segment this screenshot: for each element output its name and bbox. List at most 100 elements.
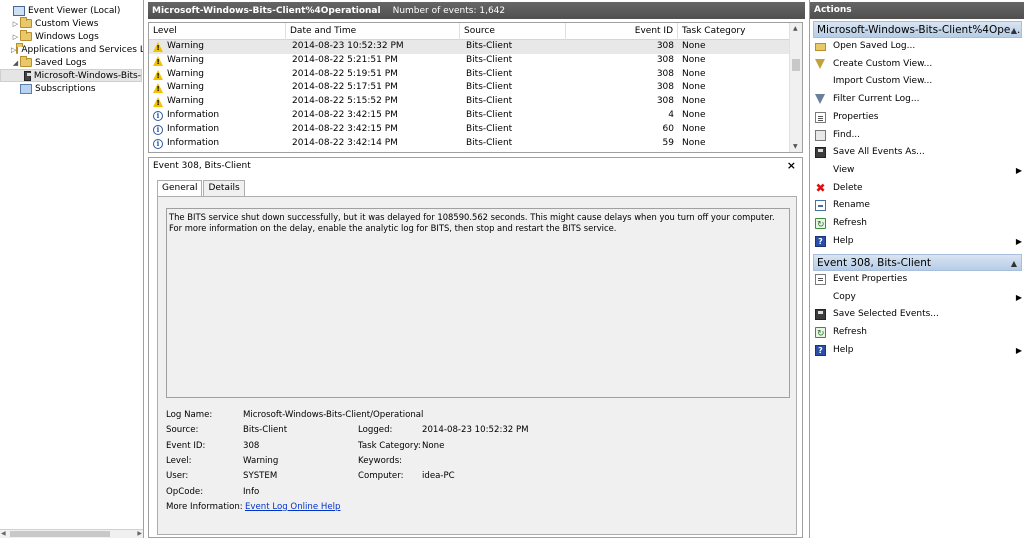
tree-item[interactable]: Subscriptions bbox=[0, 82, 142, 95]
close-icon[interactable]: × bbox=[787, 159, 796, 172]
save-icon bbox=[815, 147, 826, 159]
action-properties[interactable]: Properties bbox=[813, 109, 1022, 126]
warning-icon bbox=[153, 83, 163, 94]
action-label: Import Custom View... bbox=[833, 76, 933, 87]
column-header-date-time[interactable]: Date and Time bbox=[286, 23, 460, 40]
expand-arrow-icon[interactable]: ◢ bbox=[11, 59, 20, 67]
folder-icon bbox=[20, 30, 32, 41]
action-label: Open Saved Log... bbox=[833, 41, 916, 51]
cell-date-time: 2014-08-22 5:21:51 PM bbox=[292, 54, 398, 65]
column-header-task-category[interactable]: Task Category bbox=[678, 23, 790, 40]
table-row[interactable]: i Information 2014-08-22 3:42:15 PM Bits-Cl… bbox=[149, 109, 790, 123]
scroll-left-arrow-icon[interactable]: ◀ bbox=[1, 530, 6, 537]
tree-item[interactable]: Event Viewer (Local) bbox=[0, 4, 142, 17]
tree-item-label: Subscriptions bbox=[35, 83, 96, 94]
actions-section-log[interactable]: Microsoft-Windows-Bits-Client%4Ope... ▲ bbox=[813, 21, 1022, 38]
action-label: Save All Events As... bbox=[833, 147, 925, 158]
action-view[interactable]: View ▶ bbox=[813, 162, 1022, 179]
tree-item[interactable]: ▷ Custom Views bbox=[0, 17, 142, 30]
opcode-label: OpCode: bbox=[166, 486, 204, 497]
cell-task-category: None bbox=[682, 137, 706, 148]
event-list-header: Level Date and Time Source Event ID Task… bbox=[149, 23, 790, 40]
refresh-icon bbox=[815, 217, 826, 234]
event-list-vertical-scrollbar[interactable]: ▲ ▼ bbox=[789, 23, 802, 152]
tree-item-label: Saved Logs bbox=[35, 57, 87, 68]
action-rename[interactable]: Rename bbox=[813, 197, 1022, 214]
table-row[interactable]: Warning 2014-08-22 5:17:51 PM Bits-Client 3… bbox=[149, 81, 790, 95]
column-header-level[interactable]: Level bbox=[149, 23, 286, 40]
action-filter-current-log[interactable]: Filter Current Log... bbox=[813, 91, 1022, 108]
cell-source: Bits-Client bbox=[466, 137, 513, 148]
table-row[interactable]: Warning 2014-08-23 10:52:32 PM Bits-Client… bbox=[149, 40, 790, 54]
event-message[interactable]: The BITS service shut down successfully,… bbox=[166, 208, 790, 398]
collapse-caret-icon[interactable]: ▲ bbox=[1011, 255, 1017, 270]
tree-item[interactable]: ▷ Applications and Services Lo bbox=[0, 43, 144, 56]
tree-item[interactable]: Microsoft-Windows-Bits- bbox=[0, 69, 142, 82]
tree-horizontal-scrollbar[interactable]: ◀ ▶ bbox=[0, 529, 143, 538]
subs-icon bbox=[20, 83, 32, 94]
table-row[interactable]: i Information 2014-08-22 3:42:14 PM Bits-Cl… bbox=[149, 137, 790, 151]
cell-event-id: 60 bbox=[662, 123, 674, 134]
cell-date-time: 2014-08-22 5:19:51 PM bbox=[292, 68, 398, 79]
scroll-right-arrow-icon[interactable]: ▶ bbox=[137, 530, 142, 537]
cell-level: Information bbox=[167, 137, 220, 148]
scrollbar-thumb[interactable] bbox=[792, 59, 800, 71]
cell-date-time: 2014-08-23 10:52:32 PM bbox=[292, 41, 404, 51]
find-icon bbox=[815, 129, 826, 141]
action-help[interactable]: ? Help ▶ bbox=[813, 342, 1022, 359]
action-label: View bbox=[833, 164, 855, 175]
table-row[interactable]: Warning 2014-08-22 5:15:52 PM Bits-Client 3… bbox=[149, 95, 790, 109]
actions-section-event[interactable]: Event 308, Bits-Client ▲ bbox=[813, 254, 1022, 271]
action-refresh[interactable]: Refresh bbox=[813, 215, 1022, 234]
logged-label: Logged: bbox=[358, 425, 393, 436]
level-label: Level: bbox=[166, 455, 192, 466]
tab-general[interactable]: General bbox=[157, 180, 203, 197]
tree-item-label: Event Viewer (Local) bbox=[28, 5, 121, 16]
information-icon: i bbox=[153, 124, 163, 135]
tree-item[interactable]: ◢ Saved Logs bbox=[0, 56, 142, 69]
action-refresh[interactable]: Refresh bbox=[813, 324, 1022, 343]
action-save-all-events-as[interactable]: Save All Events As... bbox=[813, 144, 1022, 161]
column-header-source[interactable]: Source bbox=[460, 23, 566, 40]
cell-task-category: None bbox=[682, 123, 706, 134]
action-create-custom-view[interactable]: Create Custom View... bbox=[813, 56, 1022, 73]
column-header-event-id[interactable]: Event ID bbox=[566, 23, 678, 40]
table-row[interactable]: Warning 2014-08-22 5:19:51 PM Bits-Client 3… bbox=[149, 68, 790, 82]
tree-item[interactable]: ▷ Windows Logs bbox=[0, 30, 142, 43]
more-info-label: More Information: bbox=[166, 501, 243, 512]
expand-arrow-icon[interactable]: ▷ bbox=[11, 33, 20, 41]
warning-icon bbox=[153, 69, 163, 80]
action-label: Save Selected Events... bbox=[833, 309, 939, 320]
scrollbar-thumb[interactable] bbox=[10, 531, 110, 537]
folder-icon bbox=[20, 17, 32, 28]
tree-item-label: Applications and Services Lo bbox=[21, 44, 144, 55]
cell-level: Information bbox=[167, 123, 220, 134]
action-open-saved-log[interactable]: Open Saved Log... bbox=[813, 38, 1022, 55]
action-import-custom-view[interactable]: Import Custom View... bbox=[813, 73, 1022, 90]
action-label: Help bbox=[833, 235, 854, 246]
cell-level: Warning bbox=[167, 96, 205, 107]
table-row[interactable]: i Information 2014-08-22 3:42:15 PM Bits-Cl… bbox=[149, 123, 790, 137]
event-list[interactable]: Level Date and Time Source Event ID Task… bbox=[148, 22, 803, 153]
save-icon bbox=[815, 309, 826, 321]
scroll-down-arrow-icon[interactable]: ▼ bbox=[793, 143, 798, 150]
action-label: Properties bbox=[833, 111, 879, 122]
action-save-selected-events[interactable]: Save Selected Events... bbox=[813, 306, 1022, 323]
table-row[interactable]: Warning 2014-08-22 5:21:51 PM Bits-Client 3… bbox=[149, 54, 790, 68]
action-event-properties[interactable]: Event Properties bbox=[813, 271, 1022, 288]
cell-date-time: 2014-08-22 5:17:51 PM bbox=[292, 82, 398, 93]
expand-arrow-icon[interactable]: ▷ bbox=[11, 20, 20, 28]
cell-source: Bits-Client bbox=[466, 68, 513, 79]
scroll-up-arrow-icon[interactable]: ▲ bbox=[793, 25, 798, 32]
action-label: Copy bbox=[833, 291, 856, 302]
collapse-caret-icon[interactable]: ▲ bbox=[1011, 22, 1017, 37]
action-delete[interactable]: ✖ Delete bbox=[813, 180, 1022, 197]
action-copy[interactable]: Copy ▶ bbox=[813, 289, 1022, 306]
event-log-online-help-link[interactable]: Event Log Online Help bbox=[245, 501, 340, 513]
action-help[interactable]: ? Help ▶ bbox=[813, 233, 1022, 250]
cell-level: Warning bbox=[167, 54, 205, 65]
help-icon: ? bbox=[815, 235, 826, 247]
tab-details[interactable]: Details bbox=[203, 180, 245, 196]
source-value: Bits-Client bbox=[243, 425, 288, 436]
action-find[interactable]: Find... bbox=[813, 127, 1022, 144]
